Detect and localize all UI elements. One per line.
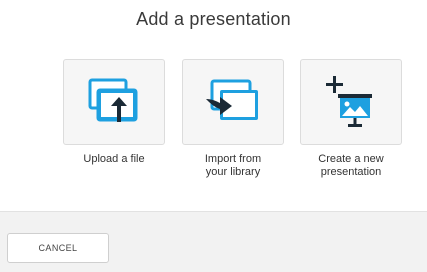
upload-file-option[interactable]: Upload a file	[63, 59, 165, 166]
create-presentation-label: Create a new presentation	[318, 153, 384, 178]
create-presentation-option[interactable]: Create a new presentation	[300, 59, 402, 179]
dialog-title: Add a presentation	[136, 9, 291, 29]
dialog-footer: CANCEL	[0, 211, 427, 272]
import-library-card[interactable]	[182, 59, 284, 145]
create-presentation-card[interactable]	[300, 59, 402, 145]
upload-file-label: Upload a file	[83, 153, 145, 165]
cancel-button[interactable]: CANCEL	[7, 233, 109, 263]
upload-icon	[88, 78, 138, 122]
import-icon	[206, 79, 258, 120]
create-presentation-icon	[326, 76, 372, 127]
import-library-label: Import from your library	[204, 153, 262, 178]
upload-file-card[interactable]	[63, 59, 165, 145]
import-library-option[interactable]: Import from your library	[182, 59, 284, 179]
add-presentation-dialog: Add a presentation Upload a file Import …	[0, 0, 427, 272]
presentation-options: Upload a file Import from your library C…	[0, 59, 427, 189]
